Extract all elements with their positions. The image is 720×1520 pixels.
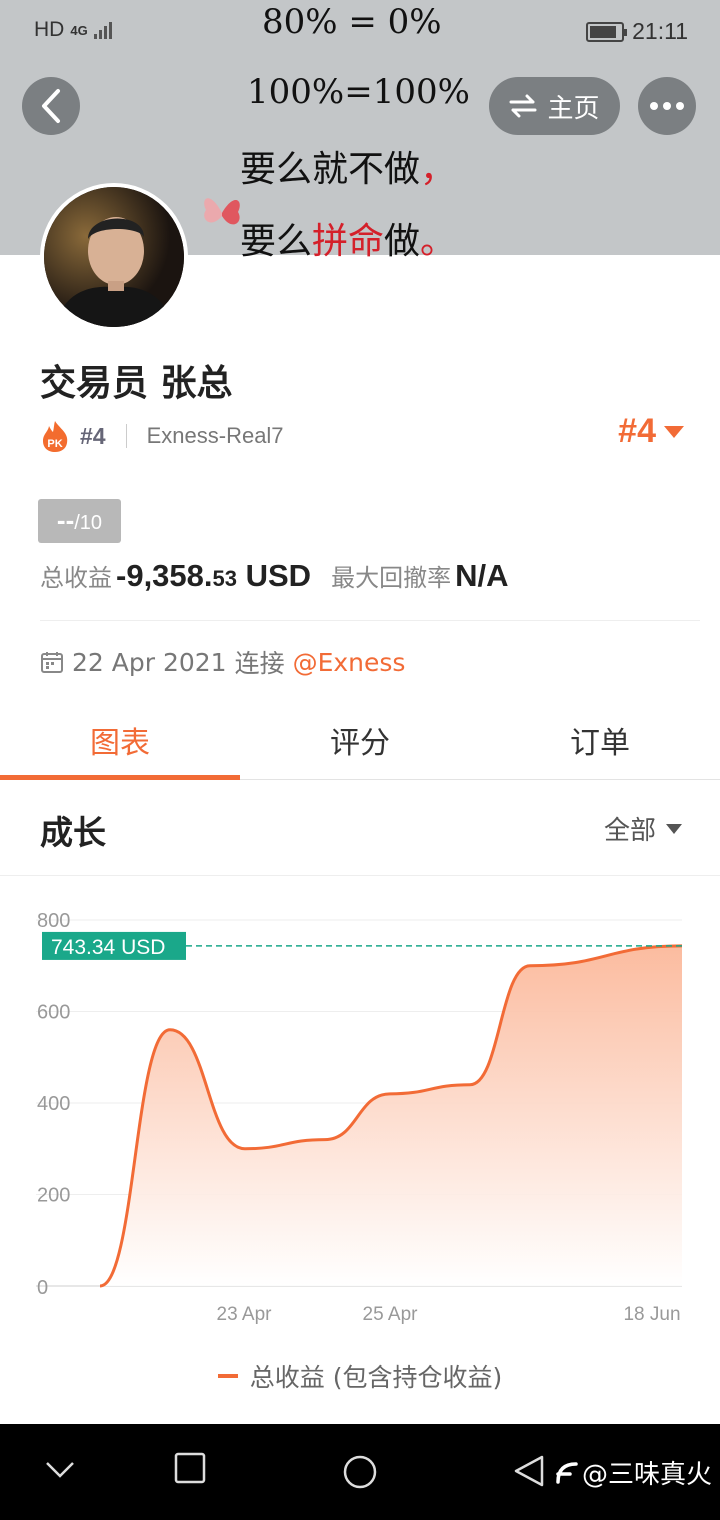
section-title: 成长 [40,813,106,852]
watermark: @三味真火 [554,1454,712,1491]
rank-big: #4 [618,412,656,450]
motto-line-4-punct: 。 [420,221,457,262]
signal-icon [93,21,112,39]
y-tick-label: 200 [37,1185,70,1207]
x-axis-ticks: 23 Apr 25 Apr 18 Jun [217,1304,681,1325]
series-area [100,945,682,1286]
total-profit-label: 总收益 [40,564,112,592]
chart-legend: 总收益 (包含持仓收益) [0,1358,720,1394]
more-button[interactable] [638,77,696,135]
svg-text:PK: PK [47,438,62,450]
tab-rating[interactable]: 评分 [240,700,480,779]
avatar[interactable] [40,183,188,331]
watermark-text: @三味真火 [581,1460,712,1490]
score-max: /10 [74,512,103,534]
home-circle-icon[interactable] [342,1454,378,1490]
rank-row: PK #4 Exness-Real7 [40,418,284,454]
chevron-left-icon [42,89,60,123]
tab-bar: 图表 评分 订单 [0,700,720,780]
rank-dropdown[interactable]: #4 [618,412,684,451]
x-tick-label: 23 Apr [217,1304,273,1325]
home-button[interactable]: 主页 [489,77,620,135]
motto-line-3-punct: ， [420,149,457,190]
motto-line-2: 100%=100% [247,72,470,112]
motto-line-4: 要么拼命做。 [240,212,456,264]
motto-line-4-b: 做 [384,221,421,262]
broker-link[interactable]: @Exness [293,648,406,677]
y-tick-label: 800 [37,910,70,932]
profit-stats: 总收益 -9,358.53 USD 最大回撤率 N/A [40,558,508,598]
signal-type: 4G [70,22,88,38]
tab-orders[interactable]: 订单 [480,700,720,779]
connection-info: 22 Apr 2021 连接 @Exness [40,644,405,680]
chevron-down-icon[interactable] [44,1460,76,1480]
home-button-label: 主页 [547,93,600,124]
motto-line-4-a: 要么 [240,221,313,262]
divider [125,424,127,448]
divider [40,620,700,621]
x-tick-label: 25 Apr [363,1304,419,1325]
score-badge: -- /10 [38,499,121,543]
caret-down-icon [666,823,682,834]
growth-chart[interactable]: 0 200 400 600 800 743.34 USD 23 Apr 25 Apr 18 … [0,876,720,1424]
platform-logo-icon [556,1461,578,1484]
pk-flame-icon: PK [43,421,68,452]
legend-label: 总收益 (包含持仓收益) [249,1363,503,1392]
motto-line-3: 要么就不做， [240,140,456,192]
battery-icon [586,21,628,42]
caret-down-icon [664,425,684,438]
current-value-label: 743.34 USD [51,936,165,959]
score-value: -- [56,505,75,535]
back-button[interactable] [22,77,80,135]
y-tick-label: 600 [37,1002,70,1024]
back-triangle-icon[interactable] [512,1454,546,1488]
legend-swatch [217,1374,238,1378]
recent-apps-icon[interactable] [174,1452,206,1484]
more-dots-icon [650,102,658,110]
total-profit-value: -9,358.53 USD [116,558,312,593]
range-selector[interactable]: 全部 [604,810,682,847]
switch-icon [509,94,537,118]
y-tick-label: 400 [37,1093,70,1115]
growth-section-header: 成长 全部 [0,780,720,876]
trader-name: 交易员 张总 [40,363,233,404]
rank-small: #4 [80,422,106,449]
clock: 21:11 [632,18,688,44]
motto-line-3-text: 要么就不做 [240,149,421,190]
avatar-image [44,187,184,327]
butterfly-icon [204,198,240,225]
max-drawdown-value: N/A [455,558,509,593]
connect-date: 22 Apr 2021 [72,647,227,677]
range-label: 全部 [603,816,656,846]
max-drawdown-label: 最大回撤率 [331,564,452,592]
motto-line-4-red: 拼命 [312,221,385,262]
y-axis-ticks: 0 200 400 600 800 [37,910,70,1299]
y-tick-label: 0 [37,1277,48,1299]
system-nav-bar: @三味真火 [0,1424,720,1520]
tab-chart[interactable]: 图表 [0,700,240,780]
x-tick-label: 18 Jun [623,1304,680,1325]
connect-text: 连接 [234,649,285,678]
network-type: HD [34,18,65,41]
calendar-icon [41,652,63,673]
motto-line-1: 80% = 0% [262,2,442,42]
account-name: Exness-Real7 [146,423,284,448]
